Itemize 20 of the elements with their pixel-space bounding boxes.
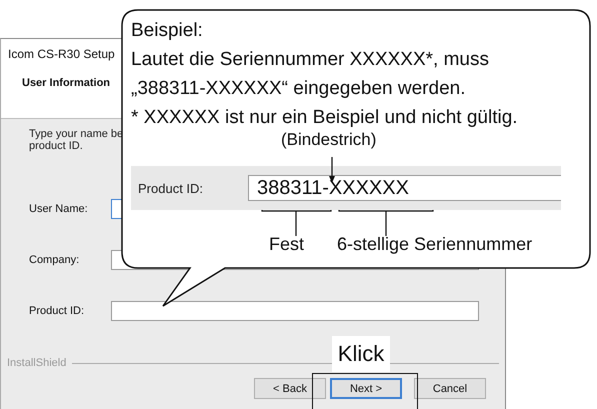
- dialog-button[interactable]: Next >: [330, 378, 402, 399]
- callout-text: Beispiel:: [131, 19, 204, 43]
- page-heading: User Information: [22, 77, 110, 89]
- serial-part-label: 6-stellige Seriennummer: [337, 234, 532, 255]
- field-label: User Name:: [29, 202, 89, 214]
- window-title: Icom CS-R30 Setup: [8, 47, 115, 61]
- fixed-part-label: Fest: [269, 234, 304, 255]
- field-label: Company:: [29, 254, 80, 266]
- installer-brand-text: InstallShield: [7, 357, 66, 369]
- click-label: Klick: [332, 336, 390, 372]
- field-label: Product ID:: [138, 180, 204, 196]
- field-label: Product ID:: [29, 304, 86, 316]
- dialog-button[interactable]: < Back: [254, 378, 326, 399]
- callout-text: „388311-XXXXXX“ eingegeben werden.: [131, 77, 466, 101]
- callout-text: Lautet die Seriennummer XXXXXX*, muss: [131, 48, 490, 72]
- hyphen-label: (Bindestrich): [281, 130, 378, 151]
- input-field[interactable]: [111, 300, 479, 320]
- dialog-button[interactable]: Cancel: [414, 378, 486, 399]
- product-id-field: 388311-XXXXXX: [248, 175, 561, 201]
- callout-text: * XXXXXX ist nur ein Beispiel und nicht gültig.: [131, 106, 519, 130]
